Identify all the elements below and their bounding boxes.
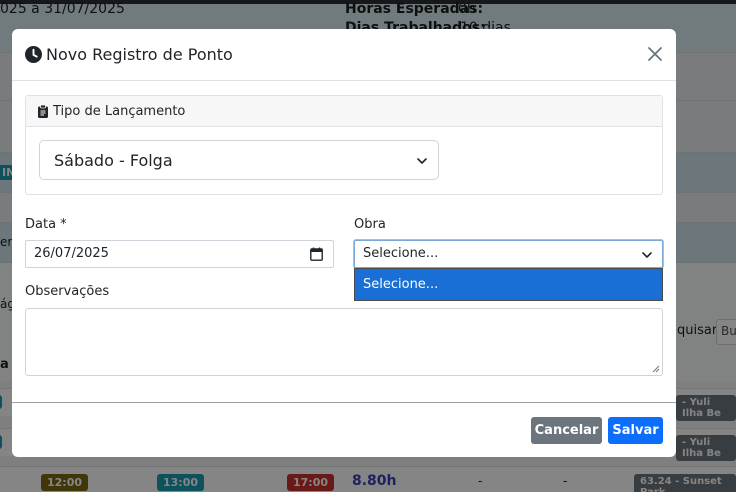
modal-header: Novo Registro de Ponto <box>12 29 676 81</box>
launch-type-card: Tipo de Lançamento Sábado - Folga <box>25 95 663 195</box>
save-button[interactable]: Salvar <box>608 417 663 444</box>
clipboard-icon <box>38 105 48 118</box>
obra-label: Obra <box>354 217 386 232</box>
obra-select[interactable]: Selecione... <box>354 240 663 268</box>
date-label: Data * <box>25 217 67 232</box>
resize-handle-icon[interactable] <box>652 365 660 373</box>
clock-icon <box>25 46 42 63</box>
launch-type-title: Tipo de Lançamento <box>53 104 186 119</box>
launch-type-header: Tipo de Lançamento <box>26 96 662 127</box>
obra-option-selecione[interactable]: Selecione... <box>363 277 438 292</box>
launch-type-select[interactable]: Sábado - Folga <box>39 140 439 180</box>
chevron-down-icon <box>642 252 652 258</box>
observacoes-textarea[interactable] <box>25 308 663 376</box>
close-icon[interactable] <box>644 43 666 65</box>
observacoes-label: Observações <box>25 284 110 299</box>
chevron-down-icon <box>417 158 427 164</box>
launch-type-value: Sábado - Folga <box>54 151 173 170</box>
calendar-icon[interactable] <box>310 247 323 261</box>
date-input[interactable]: 26/07/2025 <box>25 240 334 268</box>
date-value: 26/07/2025 <box>34 246 109 261</box>
obra-value: Selecione... <box>363 246 439 261</box>
modal-title: Novo Registro de Ponto <box>46 45 233 64</box>
obra-dropdown-list: Selecione... <box>354 268 663 301</box>
cancel-button[interactable]: Cancelar <box>531 417 602 444</box>
new-time-record-modal: Novo Registro de Ponto Tipo de Lançament… <box>12 29 676 457</box>
footer-divider <box>12 402 676 403</box>
